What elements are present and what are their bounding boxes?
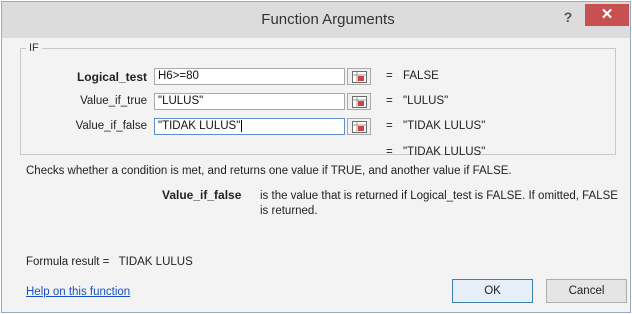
function-name-label: IF xyxy=(26,42,42,54)
range-collapse-icon xyxy=(352,96,367,108)
range-collapse-icon xyxy=(352,71,367,83)
param-help-name: Value_if_false xyxy=(162,188,242,202)
function-arguments-dialog: Function Arguments ? ✕ IF Logical_test H… xyxy=(1,1,631,313)
param-help-description: is the value that is returned if Logical… xyxy=(260,190,618,217)
ok-button[interactable]: OK xyxy=(452,279,533,303)
overall-result: "TIDAK LULUS" xyxy=(403,146,486,158)
value-if-true-result: "LULUS" xyxy=(403,95,449,107)
logical-test-label: Logical_test xyxy=(76,70,147,84)
equals-sign: = xyxy=(386,95,393,107)
title-bar[interactable]: Function Arguments ? ✕ xyxy=(2,2,630,38)
value-if-true-input[interactable]: "LULUS" xyxy=(154,93,345,110)
text-caret xyxy=(241,120,243,132)
value-if-true-label: Value_if_true xyxy=(80,95,147,107)
value-if-false-label: Value_if_false xyxy=(75,120,147,132)
value-if-false-result: "TIDAK LULUS" xyxy=(403,120,486,132)
help-button[interactable]: ? xyxy=(553,6,583,28)
cancel-button[interactable]: Cancel xyxy=(546,279,627,303)
range-collapse-icon xyxy=(352,121,367,133)
equals-sign: = xyxy=(386,120,393,132)
close-button[interactable]: ✕ xyxy=(585,4,629,26)
function-description: Checks whether a condition is met, and r… xyxy=(26,165,512,177)
formula-result: Formula result = TIDAK LULUS xyxy=(26,256,193,268)
value-if-true-collapse-button[interactable] xyxy=(347,93,371,110)
help-on-function-link[interactable]: Help on this function xyxy=(26,286,130,298)
formula-result-value: TIDAK LULUS xyxy=(118,256,193,268)
value-if-false-collapse-button[interactable] xyxy=(347,118,371,135)
logical-test-input[interactable]: H6>=80 xyxy=(154,68,345,85)
value-if-false-text: "TIDAK LULUS" xyxy=(158,120,241,133)
dialog-title: Function Arguments xyxy=(261,11,395,28)
equals-sign: = xyxy=(386,70,393,82)
formula-result-label: Formula result = xyxy=(26,256,110,268)
value-if-false-input[interactable]: "TIDAK LULUS" xyxy=(154,118,345,135)
equals-sign: = xyxy=(386,146,393,158)
logical-test-collapse-button[interactable] xyxy=(347,68,371,85)
logical-test-result: FALSE xyxy=(403,70,439,82)
